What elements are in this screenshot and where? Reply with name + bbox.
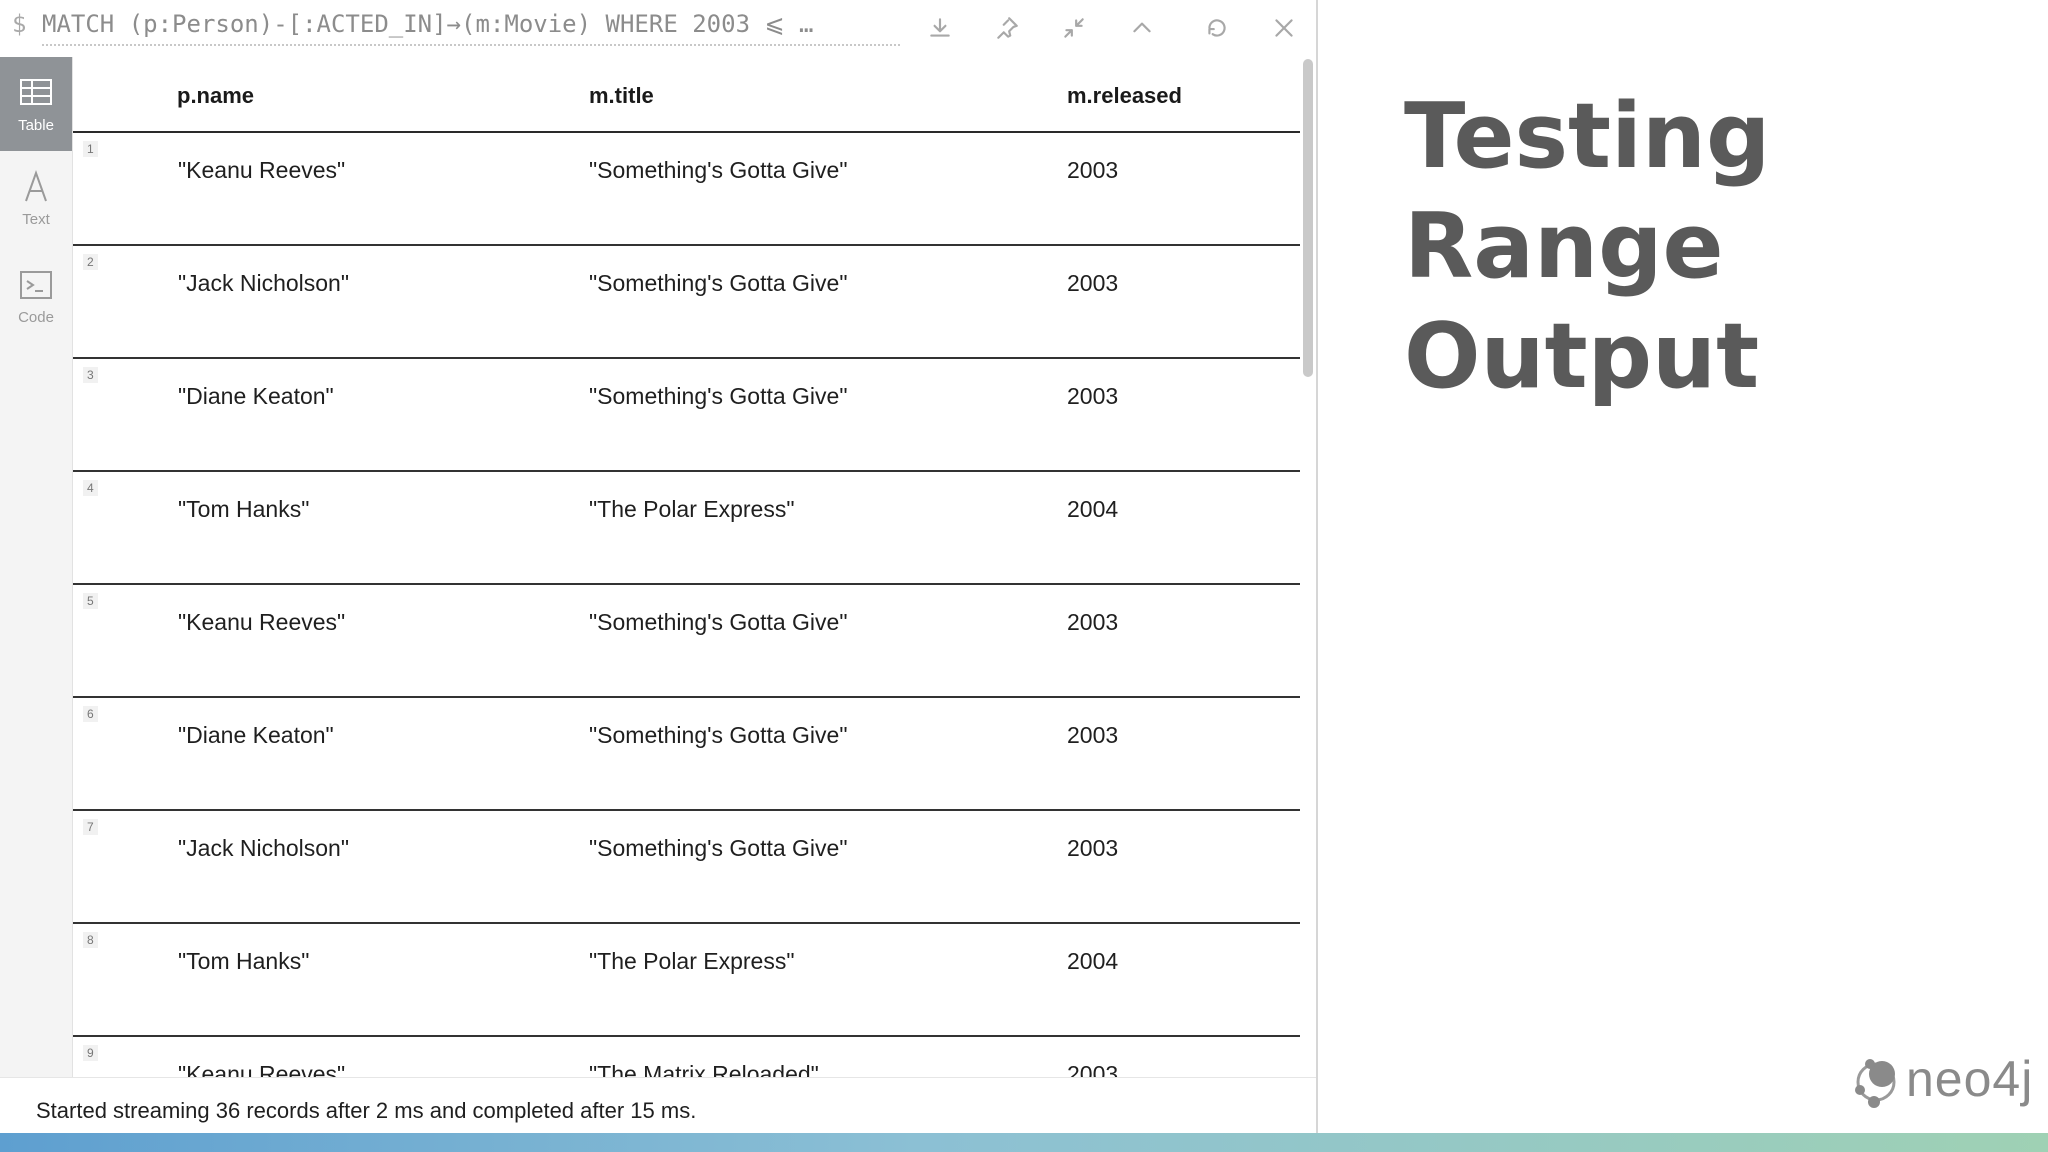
- pin-icon[interactable]: [985, 6, 1029, 50]
- sidebar-item-label: Table: [18, 116, 54, 134]
- cell-name: "Diane Keaton": [178, 383, 334, 409]
- table-row: 1 "Keanu Reeves" "Something's Gotta Give…: [73, 133, 1301, 246]
- view-sidebar: Table Text Code: [0, 57, 72, 1077]
- row-number: 5: [83, 593, 98, 609]
- table-row: 3 "Diane Keaton" "Something's Gotta Give…: [73, 359, 1301, 472]
- cell-title: "Something's Gotta Give": [589, 270, 848, 296]
- cell-released: 2003: [1067, 835, 1119, 861]
- row-number: 8: [83, 932, 98, 948]
- prompt-symbol: $: [12, 10, 27, 38]
- query-editor[interactable]: MATCH (p:Person)-[:ACTED_IN]→(m:Movie) W…: [42, 10, 900, 46]
- cell-released: 2003: [1067, 157, 1119, 183]
- sidebar-item-code[interactable]: Code: [0, 249, 72, 343]
- close-icon[interactable]: [1262, 6, 1306, 50]
- cell-name: "Keanu Reeves": [178, 609, 346, 635]
- cell-released: 2003: [1067, 1061, 1119, 1077]
- scroll-thumb[interactable]: [1303, 59, 1313, 377]
- row-number: 6: [83, 706, 98, 722]
- row-number: 9: [83, 1045, 98, 1061]
- cell-name: "Diane Keaton": [178, 722, 334, 748]
- cell-released: 2003: [1067, 383, 1119, 409]
- bottom-gradient-strip: [0, 1133, 2048, 1152]
- graph-logo-icon: [1855, 1059, 1896, 1108]
- cell-released: 2003: [1067, 270, 1119, 296]
- neo4j-logo: neo4j: [1850, 1050, 2032, 1112]
- cell-released: 2003: [1067, 722, 1119, 748]
- sidebar-item-label: Text: [22, 210, 50, 228]
- column-header-name: p.name: [177, 83, 255, 108]
- cell-title: "The Polar Express": [589, 496, 795, 522]
- table-row: 6 "Diane Keaton" "Something's Gotta Give…: [73, 698, 1301, 811]
- download-icon[interactable]: [918, 6, 962, 50]
- cell-name: "Jack Nicholson": [178, 835, 350, 861]
- cell-title: "The Matrix Reloaded": [589, 1061, 819, 1077]
- collapse-icon[interactable]: [1052, 6, 1096, 50]
- cell-title: "Something's Gotta Give": [589, 383, 848, 409]
- cell-name: "Keanu Reeves": [178, 1061, 346, 1077]
- title-line: Output: [1404, 304, 1760, 409]
- table-icon: [20, 78, 52, 105]
- cell-name: "Tom Hanks": [178, 496, 310, 522]
- cell-title: "Something's Gotta Give": [589, 835, 848, 861]
- chevron-up-icon[interactable]: [1120, 6, 1164, 50]
- row-number: 4: [83, 480, 98, 496]
- cell-title: "Something's Gotta Give": [589, 609, 848, 635]
- column-header-title: m.title: [589, 83, 654, 108]
- title-line: Range: [1404, 194, 1724, 299]
- slide-title: Testing Range Output: [1404, 82, 1770, 412]
- sidebar-item-table[interactable]: Table: [0, 57, 72, 151]
- table-row: 4 "Tom Hanks" "The Polar Express" 2004: [73, 472, 1301, 585]
- cell-released: 2004: [1067, 948, 1119, 974]
- column-header-released: m.released: [1067, 83, 1182, 108]
- query-bar: $ MATCH (p:Person)-[:ACTED_IN]→(m:Movie)…: [0, 0, 1316, 57]
- refresh-icon[interactable]: [1195, 6, 1239, 50]
- row-number: 7: [83, 819, 98, 835]
- cell-title: "Something's Gotta Give": [589, 157, 848, 183]
- table-scrollbar[interactable]: [1300, 57, 1316, 1077]
- table-row: 9 "Keanu Reeves" "The Matrix Reloaded" 2…: [73, 1037, 1301, 1077]
- cell-name: "Tom Hanks": [178, 948, 310, 974]
- sidebar-item-label: Code: [18, 308, 54, 326]
- cell-name: "Jack Nicholson": [178, 270, 350, 296]
- row-number: 3: [83, 367, 98, 383]
- cell-name: "Keanu Reeves": [178, 157, 346, 183]
- table-header: p.name m.title m.released: [73, 57, 1301, 133]
- cell-released: 2003: [1067, 609, 1119, 635]
- row-number: 1: [83, 141, 98, 157]
- sidebar-item-text[interactable]: Text: [0, 151, 72, 245]
- table-row: 5 "Keanu Reeves" "Something's Gotta Give…: [73, 585, 1301, 698]
- table-row: 7 "Jack Nicholson" "Something's Gotta Gi…: [73, 811, 1301, 924]
- cell-title: "The Polar Express": [589, 948, 795, 974]
- cell-released: 2004: [1067, 496, 1119, 522]
- status-text: Started streaming 36 records after 2 ms …: [36, 1098, 697, 1123]
- table-row: 8 "Tom Hanks" "The Polar Express" 2004: [73, 924, 1301, 1037]
- table-row: 2 "Jack Nicholson" "Something's Gotta Gi…: [73, 246, 1301, 359]
- code-icon: [20, 270, 52, 299]
- cell-title: "Something's Gotta Give": [589, 722, 848, 748]
- logo-text: neo4j: [1906, 1051, 2034, 1107]
- result-frame: $ MATCH (p:Person)-[:ACTED_IN]→(m:Movie)…: [0, 0, 1318, 1134]
- status-bar: Started streaming 36 records after 2 ms …: [0, 1077, 1316, 1134]
- text-icon: [25, 169, 47, 201]
- results-table: p.name m.title m.released 1 "Keanu Reeve…: [72, 57, 1301, 1077]
- title-line: Testing: [1404, 84, 1771, 189]
- row-number: 2: [83, 254, 98, 270]
